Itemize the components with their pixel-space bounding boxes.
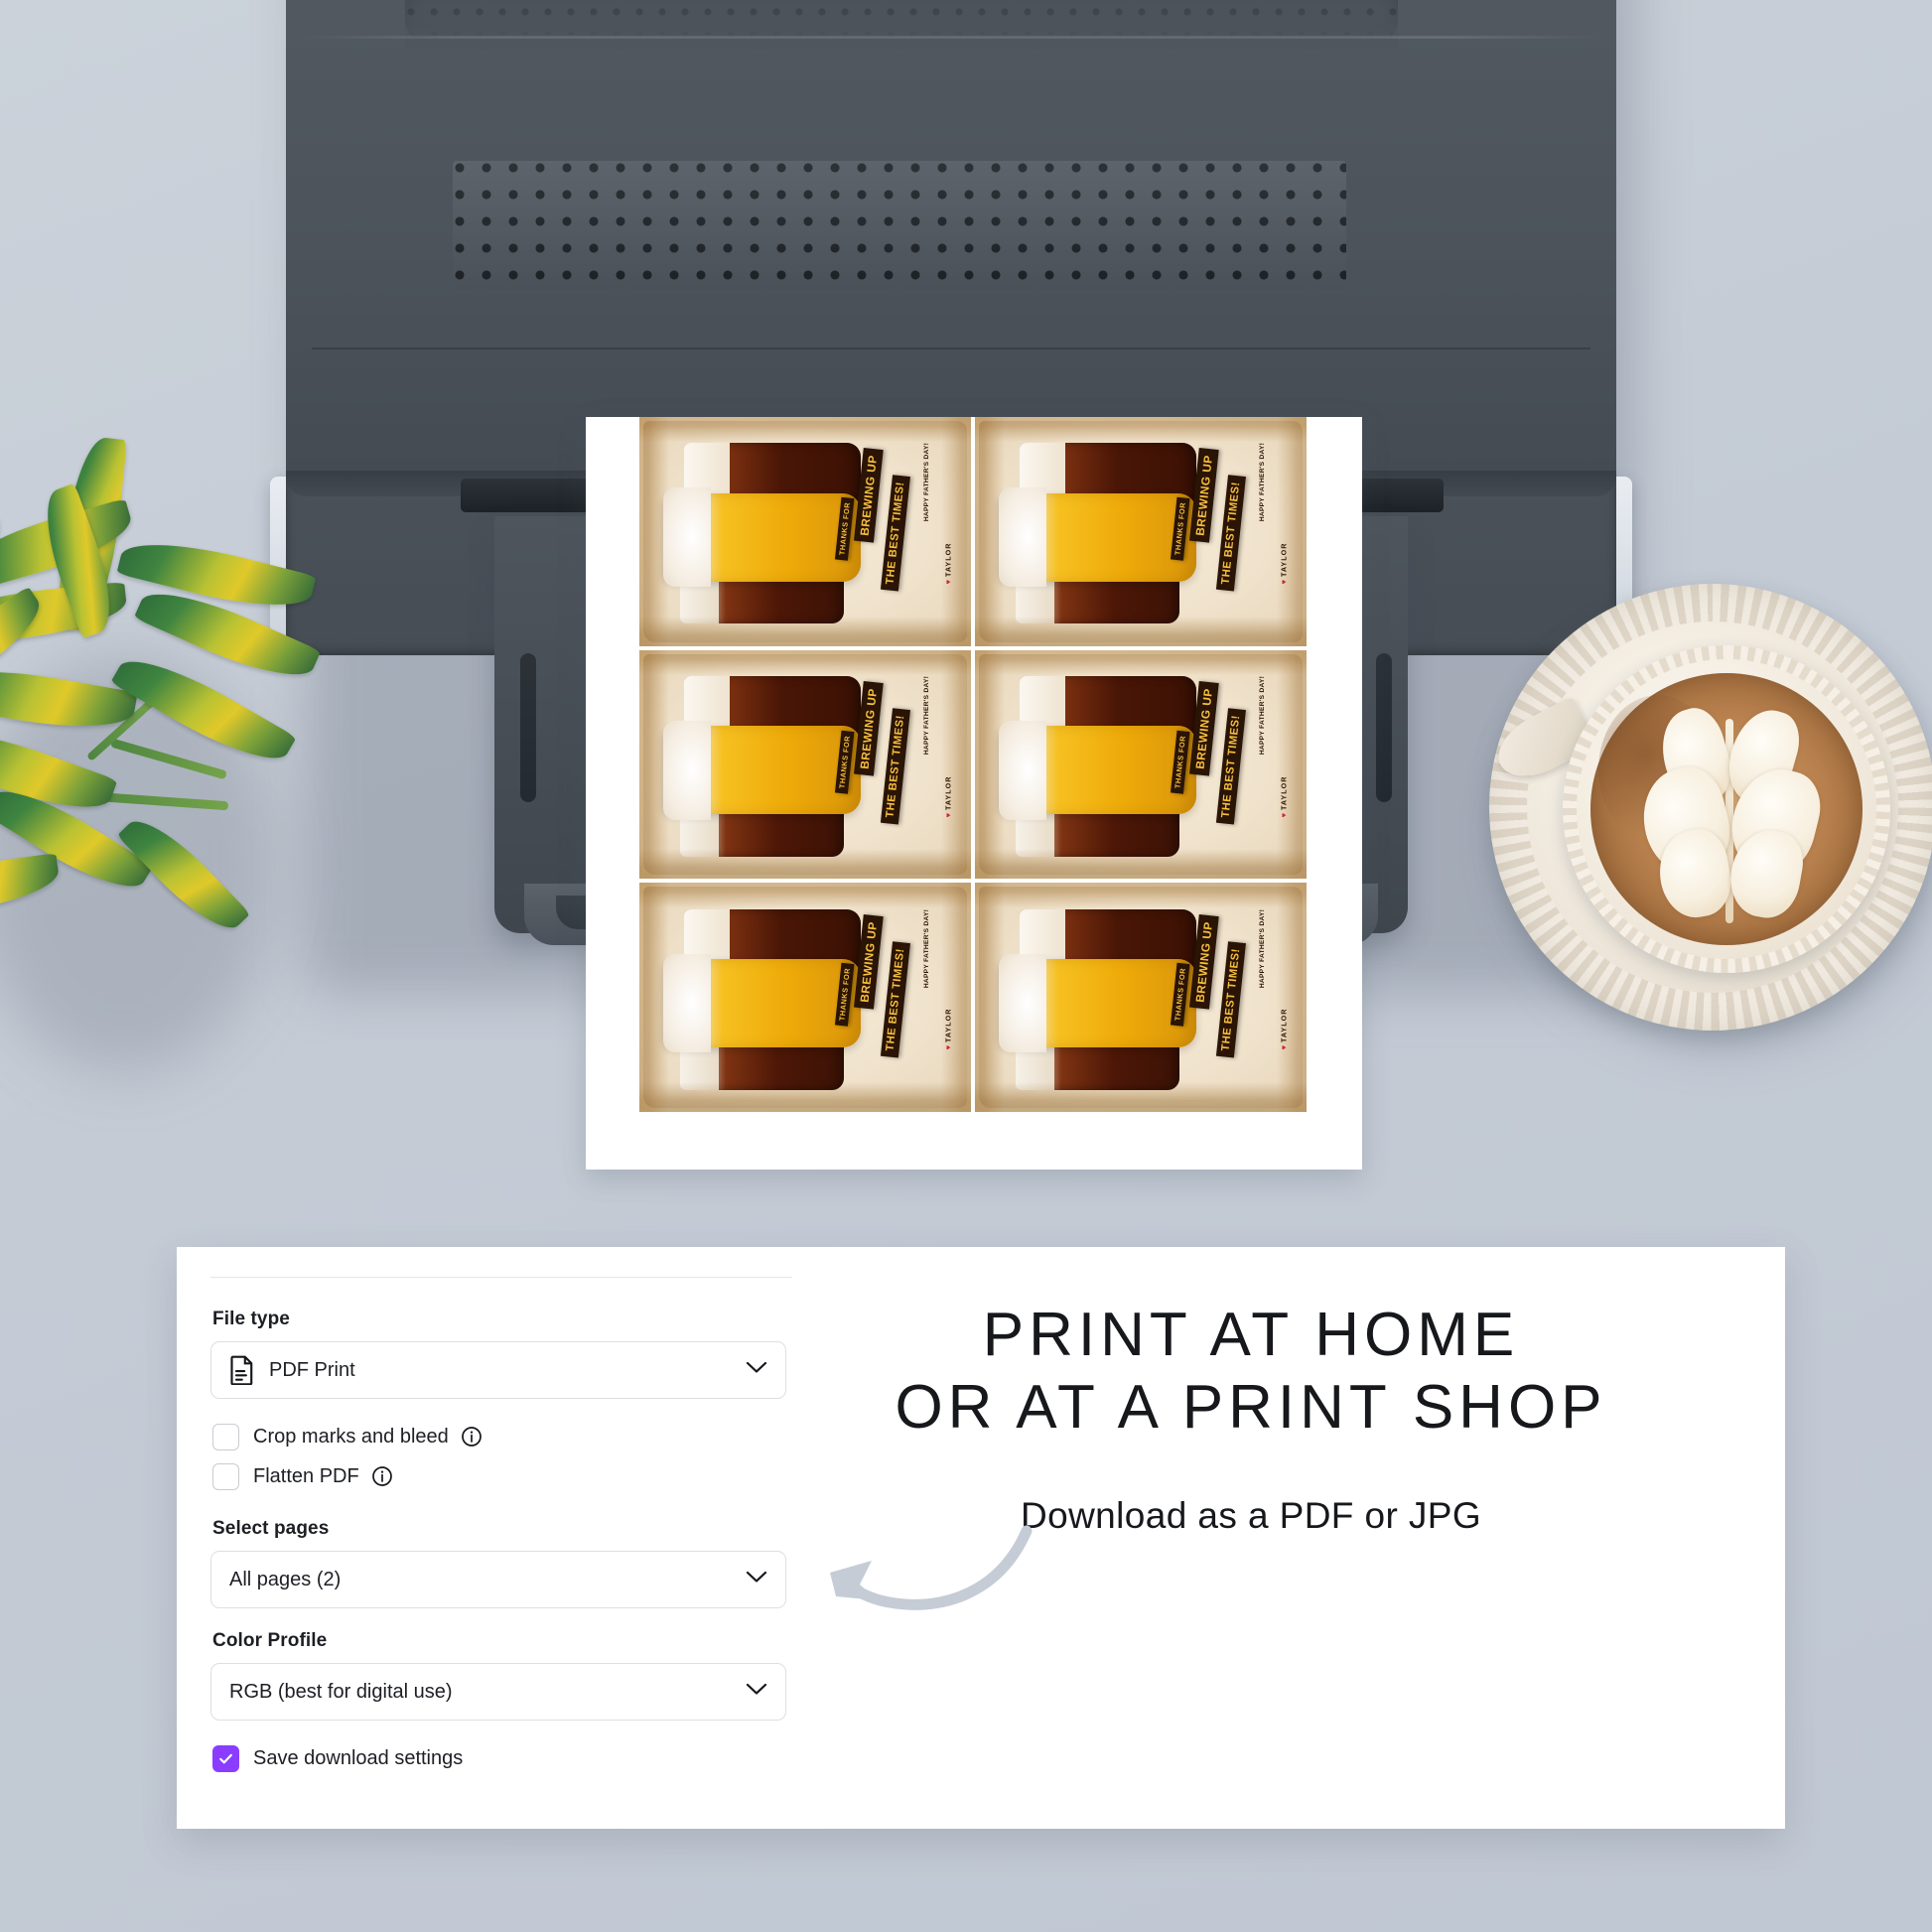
beer-foam bbox=[999, 487, 1046, 588]
file-type-select[interactable]: PDF Print bbox=[210, 1341, 786, 1399]
printed-tag-card: THANKS FOR BREWING UP THE BEST TIMES! HAPPY… bbox=[975, 649, 1307, 880]
printer-vent-sheen bbox=[453, 161, 1346, 290]
heart-icon: ♥ bbox=[943, 1044, 953, 1050]
promo-copy: PRINT AT HOME OR AT A PRINT SHOP Downloa… bbox=[874, 1299, 1628, 1537]
info-icon[interactable] bbox=[461, 1426, 483, 1448]
card-signature: ♥TAYLOR bbox=[1279, 775, 1289, 818]
curved-arrow-left-icon bbox=[806, 1517, 1035, 1636]
card-greeting: HAPPY FATHER'S DAY! bbox=[1258, 908, 1266, 988]
panel-divider bbox=[210, 1277, 792, 1278]
info-icon[interactable] bbox=[371, 1465, 393, 1487]
card-greeting: HAPPY FATHER'S DAY! bbox=[922, 675, 930, 756]
file-type-value: PDF Print bbox=[269, 1358, 355, 1381]
flatten-pdf-checkbox[interactable] bbox=[212, 1462, 239, 1490]
select-pages-value: All pages (2) bbox=[229, 1568, 342, 1590]
crop-marks-checkbox-row[interactable]: Crop marks and bleed bbox=[212, 1417, 806, 1456]
headline-line-1: PRINT AT HOME bbox=[982, 1301, 1520, 1369]
chevron-down-icon bbox=[746, 1683, 767, 1702]
color-profile-select[interactable]: RGB (best for digital use) bbox=[210, 1663, 786, 1721]
card-signature: ♥TAYLOR bbox=[943, 542, 953, 585]
card-greeting: HAPPY FATHER'S DAY! bbox=[1258, 675, 1266, 756]
printed-tag-card: THANKS FOR BREWING UP THE BEST TIMES! HAPPY… bbox=[639, 417, 971, 646]
beer-foam bbox=[663, 953, 711, 1053]
file-type-label: File type bbox=[212, 1309, 290, 1329]
gold-beer-glass bbox=[999, 720, 1196, 820]
gold-beer-glass bbox=[663, 720, 861, 820]
chevron-down-icon bbox=[746, 1361, 767, 1380]
save-settings-checkbox-row[interactable]: Save download settings bbox=[212, 1738, 806, 1778]
beer-foam bbox=[999, 953, 1046, 1053]
printed-tag-card: THANKS FOR BREWING UP THE BEST TIMES! HAPPY… bbox=[639, 883, 971, 1112]
printed-tag-sheet: THANKS FOR BREWING UP THE BEST TIMES! HAPPY… bbox=[586, 417, 1362, 1170]
flatten-pdf-checkbox-row[interactable]: Flatten PDF bbox=[212, 1456, 806, 1496]
card-signature: ♥TAYLOR bbox=[1279, 542, 1289, 585]
heart-icon: ♥ bbox=[1279, 811, 1289, 818]
select-pages-select[interactable]: All pages (2) bbox=[210, 1551, 786, 1608]
card-greeting: HAPPY FATHER'S DAY! bbox=[922, 443, 930, 522]
save-settings-label: Save download settings bbox=[253, 1746, 464, 1769]
heart-icon: ♥ bbox=[943, 578, 953, 585]
card-greeting: HAPPY FATHER'S DAY! bbox=[1258, 443, 1266, 522]
card-signature: ♥TAYLOR bbox=[1279, 1008, 1289, 1050]
card-signature: ♥TAYLOR bbox=[943, 775, 953, 818]
printer-lid-seam bbox=[296, 36, 1606, 39]
flatten-pdf-label: Flatten PDF bbox=[253, 1464, 359, 1487]
scene: THANKS FOR BREWING UP THE BEST TIMES! HAPPY… bbox=[0, 0, 1932, 1932]
printer-lower-seam bbox=[312, 347, 1590, 349]
printed-tag-card: THANKS FOR BREWING UP THE BEST TIMES! HAPPY… bbox=[975, 883, 1307, 1112]
tray-vent-left bbox=[520, 653, 536, 802]
card-signature: ♥TAYLOR bbox=[943, 1008, 953, 1050]
crop-marks-label: Crop marks and bleed bbox=[253, 1425, 449, 1448]
gold-beer-glass bbox=[663, 487, 861, 588]
beer-foam bbox=[999, 720, 1046, 820]
printed-tag-card: THANKS FOR BREWING UP THE BEST TIMES! HAPPY… bbox=[639, 649, 971, 880]
check-icon bbox=[219, 1753, 232, 1763]
gold-beer-glass bbox=[999, 487, 1196, 588]
card-greeting: HAPPY FATHER'S DAY! bbox=[922, 908, 930, 988]
tag-grid: THANKS FOR BREWING UP THE BEST TIMES! HAPPY… bbox=[639, 417, 1307, 1112]
save-settings-checkbox[interactable] bbox=[212, 1744, 239, 1772]
beer-foam bbox=[663, 487, 711, 588]
download-form: File type PDF Print Crop marks and bleed… bbox=[210, 1309, 806, 1778]
tray-vent-right bbox=[1376, 653, 1392, 802]
beer-foam bbox=[663, 720, 711, 820]
headline-line-2: OR AT A PRINT SHOP bbox=[895, 1373, 1607, 1443]
potted-plant bbox=[0, 427, 322, 1122]
heart-icon: ♥ bbox=[1279, 578, 1289, 585]
gold-beer-glass bbox=[663, 953, 861, 1053]
chevron-down-icon bbox=[746, 1571, 767, 1589]
select-pages-label: Select pages bbox=[212, 1518, 330, 1539]
latte-art-rosetta bbox=[1632, 702, 1829, 931]
latte-cup-with-saucer bbox=[1487, 584, 1932, 1050]
heart-icon: ♥ bbox=[1279, 1044, 1289, 1050]
crop-marks-checkbox[interactable] bbox=[212, 1423, 239, 1450]
gold-beer-glass bbox=[999, 953, 1196, 1053]
printer-top-fade bbox=[405, 0, 1398, 50]
color-profile-label: Color Profile bbox=[212, 1630, 328, 1651]
printed-tag-card: THANKS FOR BREWING UP THE BEST TIMES! HAPPY… bbox=[975, 417, 1307, 646]
heart-icon: ♥ bbox=[943, 811, 953, 818]
color-profile-value: RGB (best for digital use) bbox=[229, 1680, 453, 1703]
document-icon bbox=[229, 1355, 255, 1385]
